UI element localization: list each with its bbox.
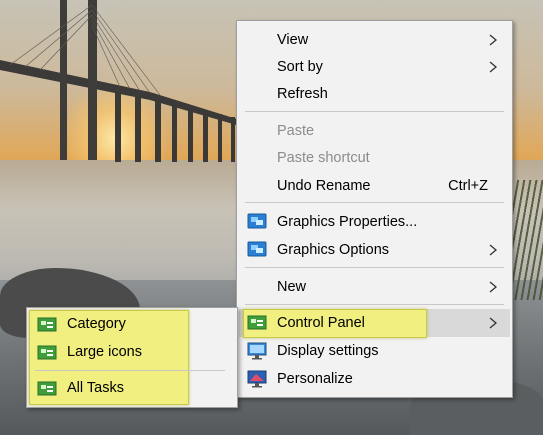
control-panel-submenu: Category Large icons All Tasks [26,307,238,408]
control-panel-icon [247,315,267,330]
chevron-right-icon [489,34,498,46]
menu-item-label: View [277,32,309,48]
shortcut-text: Ctrl+Z [448,178,488,194]
menu-item-label: Sort by [277,59,323,75]
menu-separator [245,202,504,203]
menu-item-graphics-options[interactable]: Graphics Options [237,237,512,263]
menu-item-label: Paste [277,123,315,139]
menu-item-control-panel[interactable]: Control Panel [237,310,512,336]
submenu-item-label: All Tasks [67,380,124,396]
personalize-icon [247,370,267,388]
menu-item-label: New [277,279,307,295]
chevron-right-icon [489,317,498,329]
menu-item-refresh[interactable]: Refresh [237,81,512,107]
menu-item-undo-rename[interactable]: Undo Rename Ctrl+Z [237,173,512,199]
menu-item-new[interactable]: New [237,274,512,300]
control-panel-icon [37,317,57,332]
menu-item-label: Display settings [277,343,379,359]
menu-item-personalize[interactable]: Personalize [237,366,512,392]
submenu-item-category[interactable]: Category [27,312,237,338]
menu-item-label: Paste shortcut [277,150,370,166]
menu-item-view[interactable]: View [237,27,512,53]
control-panel-icon [37,345,57,360]
menu-item-sort-by[interactable]: Sort by [237,54,512,80]
display-settings-icon [247,342,267,360]
menu-item-label: Control Panel [277,315,365,331]
menu-item-label: Graphics Properties... [277,214,418,230]
menu-item-label: Personalize [277,371,353,387]
desktop-context-menu: View Sort by Refresh Paste Paste shortcu… [236,20,513,398]
menu-separator [245,267,504,268]
menu-item-paste: Paste [237,118,512,144]
submenu-item-large-icons[interactable]: Large icons [27,340,237,366]
menu-item-graphics-properties[interactable]: Graphics Properties... [237,209,512,235]
menu-item-label: Graphics Options [277,242,390,258]
menu-separator [245,304,504,305]
control-panel-icon [37,381,57,396]
menu-item-paste-shortcut: Paste shortcut [237,145,512,171]
menu-item-display-settings[interactable]: Display settings [237,338,512,364]
chevron-right-icon [489,244,498,256]
chevron-right-icon [489,281,498,293]
submenu-separator [35,370,225,371]
menu-item-label: Refresh [277,86,328,102]
menu-item-label: Undo Rename [277,178,371,194]
intel-graphics-icon [247,213,267,229]
chevron-right-icon [489,61,498,73]
menu-separator [245,111,504,112]
submenu-item-label: Category [67,316,126,332]
submenu-item-label: Large icons [67,344,142,360]
submenu-item-all-tasks[interactable]: All Tasks [27,376,237,402]
wallpaper-bridge [0,0,240,162]
intel-graphics-icon [247,241,267,257]
